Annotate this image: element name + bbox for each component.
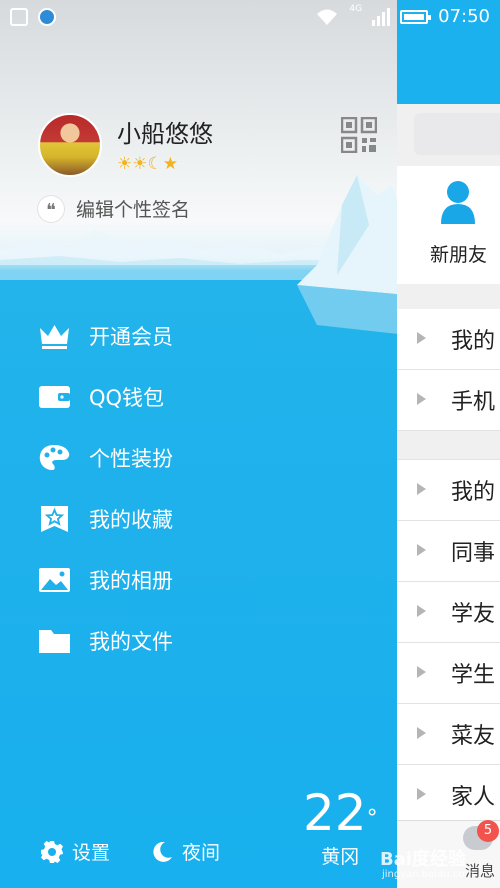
night-mode-label: 夜间 [182, 842, 221, 864]
watermark-url: jingyan.baidu.com [382, 869, 475, 880]
drawer-bottom-bar: 设置 夜间 [40, 838, 220, 865]
group-row[interactable]: 手机 [397, 370, 500, 431]
level-badges[interactable]: ☀☀☾★ [117, 154, 178, 174]
group-label: 手机 [451, 390, 496, 415]
drawer-menu: 开通会员 QQ钱包 个性装扮 我的收藏 我的相册 我的文件 [38, 305, 378, 671]
group-label: 家人 [451, 785, 496, 810]
group-row[interactable]: 我的 [397, 309, 500, 370]
menu-item-label: 个性装扮 [89, 446, 173, 471]
menu-item-favorites[interactable]: 我的收藏 [38, 488, 378, 549]
watermark-brand: Bai度经验 [380, 849, 467, 870]
group-label: 菜友 [451, 724, 496, 749]
group-row[interactable]: 菜友 [397, 704, 500, 765]
settings-label: 设置 [72, 842, 111, 864]
palette-icon [39, 444, 70, 470]
expand-arrow-icon [417, 393, 426, 405]
username[interactable]: 小船悠悠 [117, 114, 213, 149]
contacts-panel: 新朋友 我的 手机 我的 同事 学友 学生 菜友 家人 5 消息 [397, 0, 500, 888]
group-label: 我的 [451, 329, 496, 354]
crown-icon [40, 324, 69, 349]
group-row[interactable]: 学生 [397, 643, 500, 704]
status-bar: 4G 07:50 [0, 0, 500, 36]
settings-button[interactable]: 设置 [40, 838, 110, 865]
menu-item-theme[interactable]: 个性装扮 [38, 427, 378, 488]
avatar[interactable] [38, 113, 102, 177]
menu-item-label: 我的收藏 [89, 507, 173, 532]
menu-item-label: 开通会员 [89, 324, 173, 349]
gallery-notification-icon [10, 8, 28, 26]
group-row[interactable]: 同事 [397, 521, 500, 582]
group-label: 同事 [451, 541, 496, 566]
signature-editor[interactable]: ❝ 编辑个性签名 [38, 195, 190, 222]
group-row[interactable]: 家人 [397, 765, 500, 826]
temperature-unit: ° [366, 806, 378, 831]
group-row[interactable]: 学友 [397, 582, 500, 643]
folder-icon [39, 629, 70, 653]
star-bookmark-icon [41, 505, 68, 532]
side-drawer: 小船悠悠 ☀☀☾★ ❝ 编辑个性签名 开通会员 QQ钱包 个性装扮 我的收藏 我… [0, 0, 397, 888]
group-label: 学友 [451, 602, 496, 627]
battery-icon [400, 9, 432, 24]
menu-item-label: QQ钱包 [89, 385, 165, 410]
wallet-icon [39, 385, 70, 408]
temperature: 22 [303, 784, 367, 842]
group-label: 我的 [451, 480, 496, 505]
clock: 07:50 [438, 6, 490, 27]
quote-icon: ❝ [38, 195, 64, 222]
wifi-icon [317, 9, 338, 25]
moon-icon [153, 841, 173, 862]
signature-placeholder: 编辑个性签名 [76, 199, 191, 221]
menu-item-label: 我的文件 [89, 629, 173, 654]
menu-item-album[interactable]: 我的相册 [38, 549, 378, 610]
expand-arrow-icon [417, 544, 426, 556]
night-mode-button[interactable]: 夜间 [150, 838, 220, 865]
signal-icon [372, 7, 391, 26]
expand-arrow-icon [417, 605, 426, 617]
contact-groups-list: 我的 手机 我的 同事 学友 学生 菜友 家人 [397, 309, 500, 826]
search-input[interactable] [414, 113, 500, 155]
menu-item-wallet[interactable]: QQ钱包 [38, 366, 378, 427]
group-label: 学生 [451, 663, 496, 688]
network-type: 4G [349, 3, 363, 14]
expand-arrow-icon [417, 727, 426, 739]
expand-arrow-icon [417, 483, 426, 495]
person-icon [441, 181, 475, 224]
gear-icon [41, 840, 63, 863]
photo-album-icon [39, 567, 70, 592]
menu-item-label: 我的相册 [89, 568, 173, 593]
expand-arrow-icon [417, 332, 426, 344]
weather-location: 黄冈 [321, 846, 360, 868]
expand-arrow-icon [417, 666, 426, 678]
menu-item-files[interactable]: 我的文件 [38, 610, 378, 671]
new-friend-label: 新朋友 [430, 244, 488, 266]
unread-badge: 5 [477, 820, 499, 842]
app-notification-icon [38, 8, 56, 26]
qr-code-icon[interactable] [341, 117, 377, 153]
group-row[interactable]: 我的 [397, 460, 500, 521]
menu-item-vip[interactable]: 开通会员 [38, 305, 378, 366]
expand-arrow-icon [417, 788, 426, 800]
weather-widget[interactable]: 22° 黄冈 [303, 786, 378, 869]
divider [397, 431, 500, 460]
